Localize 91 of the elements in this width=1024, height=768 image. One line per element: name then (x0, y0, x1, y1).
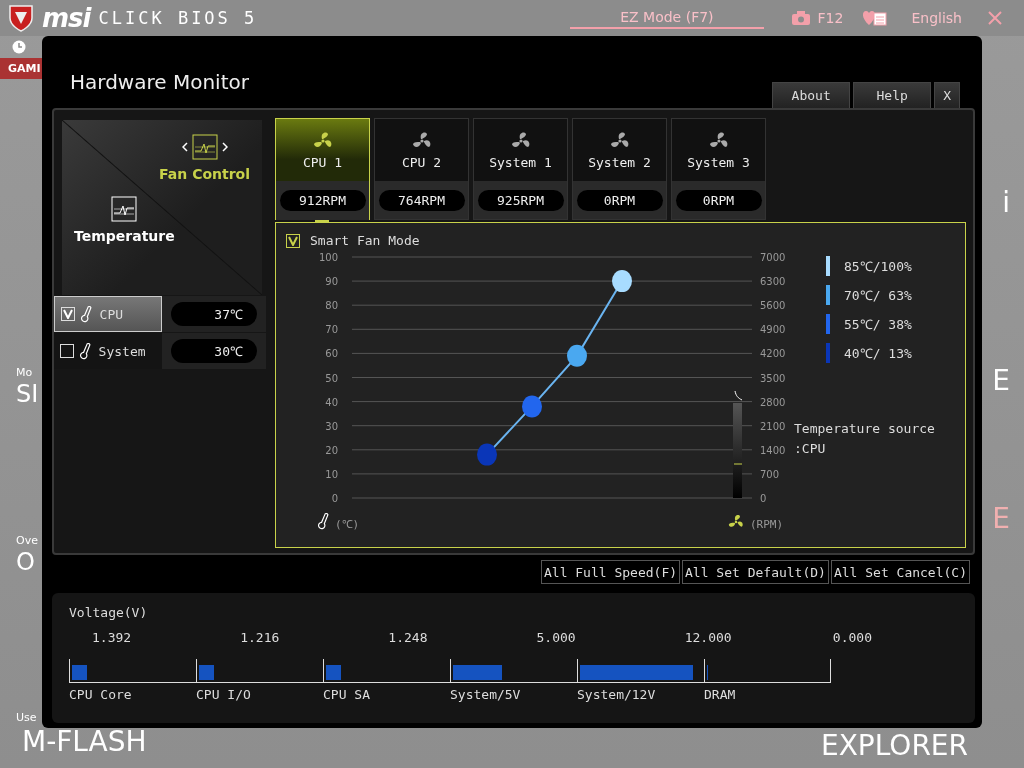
temperature-source-value: :CPU (794, 440, 827, 458)
window-button[interactable]: About (772, 82, 851, 108)
voltage-value: 12.000 (684, 630, 732, 645)
curve-point[interactable] (522, 395, 542, 418)
action-button[interactable]: All Full Speed(F) (541, 560, 681, 584)
action-button[interactable]: All Set Default(D) (682, 560, 829, 584)
voltage-title: Voltage(V) (69, 605, 149, 620)
axis-label: 0 (331, 493, 338, 504)
action-button[interactable]: All Set Cancel(C) (830, 560, 970, 584)
window-title: Hardware Monitor (70, 70, 249, 94)
chevron-right-icon[interactable] (221, 142, 228, 152)
fan-tab[interactable]: CPU 2 764RPM (374, 118, 469, 220)
axis-label: 80 (325, 300, 338, 312)
voltage-value: 1.248 (388, 630, 428, 645)
mode-option[interactable]: Fan Control (159, 134, 250, 182)
fan-tab[interactable]: System 3 0RPM (671, 118, 766, 220)
fan-speed: 764RPM (378, 189, 465, 211)
legend-label: 85℃/100% (844, 258, 912, 275)
game-boost-tab[interactable]: GAMI (0, 58, 42, 79)
axis-unit: (℃) (335, 518, 360, 531)
tile-caption: Mo (15, 366, 33, 379)
thermometer-icon (80, 342, 93, 360)
axis-label: 90 (325, 276, 338, 288)
fan-speed: 0RPM (576, 189, 663, 211)
axis-label: 7000 (760, 252, 786, 263)
axis-label: 3500 (760, 372, 786, 384)
rail-name: System/12V (577, 687, 656, 702)
axis-label: 10 (325, 468, 338, 480)
fan-tab[interactable]: System 1 925RPM (473, 118, 568, 220)
rail-name: CPU SA (323, 687, 370, 702)
temperature-reading: 37℃ (171, 302, 257, 326)
rail-name: CPU Core (69, 687, 132, 702)
rail-name: System/5V (450, 687, 521, 702)
screenshot-key: F12 (817, 10, 844, 26)
voltage-value: 5.000 (536, 630, 576, 645)
thermometer-icon (81, 305, 94, 323)
fan-speed: 0RPM (675, 189, 762, 211)
rail-name: CPU I/O (196, 687, 251, 702)
axis-label: 6300 (760, 276, 786, 288)
curve-point[interactable] (567, 344, 587, 367)
chart-icon (111, 196, 138, 222)
axis-label: 50 (325, 372, 338, 384)
smart-fan-checkbox[interactable] (286, 233, 300, 248)
axis-label: 70 (325, 324, 338, 336)
rail-name: DRAM (704, 687, 736, 702)
axis-label: 20 (325, 444, 338, 456)
clock-icon (12, 40, 26, 54)
axis-label: 2800 (760, 396, 786, 408)
fan-icon (728, 515, 743, 527)
logo-text: msi (42, 3, 91, 33)
temperature-reading: 30℃ (171, 339, 257, 363)
axis-label: 4200 (760, 348, 786, 360)
fan-tab[interactable]: CPU 1 912RPM (275, 118, 370, 220)
axis-label: 0 (760, 493, 767, 504)
axis-label: 100 (318, 252, 338, 263)
temperature-source-label: Temperature source (794, 420, 935, 438)
axis-label: 4900 (760, 324, 786, 336)
legend-label: 40℃/ 13% (844, 345, 912, 362)
check-icon (63, 309, 73, 319)
favorite-list-icon[interactable] (861, 9, 888, 27)
axis-label: 2100 (760, 420, 786, 432)
thermometer-icon (318, 513, 328, 529)
fan-speed: 912RPM (279, 190, 366, 211)
curve-point[interactable] (612, 270, 632, 293)
axis-label: 40 (325, 396, 338, 408)
mode-option[interactable]: Temperature (74, 196, 175, 244)
fan-speed: 925RPM (477, 189, 564, 211)
voltage-value: 0.000 (832, 630, 872, 645)
axis-label: 30 (325, 420, 338, 432)
axis-label: 700 (760, 468, 780, 480)
window-button[interactable]: X (934, 82, 960, 108)
tile-caption: Ove (15, 534, 38, 547)
voltage-value: 1.392 (92, 630, 132, 645)
fan-tab[interactable]: System 2 0RPM (572, 118, 667, 220)
chevron-left-icon[interactable] (181, 142, 188, 152)
sensor-checkbox[interactable] (60, 344, 74, 358)
sensor-checkbox[interactable] (61, 307, 75, 321)
chart-icon (191, 134, 218, 160)
axis-unit: (RPM) (750, 518, 784, 531)
voltage-value: 1.216 (240, 630, 280, 645)
smart-fan-label: Smart Fan Mode (310, 233, 420, 248)
axis-label: 60 (325, 348, 338, 360)
legend-label: 55℃/ 38% (844, 316, 912, 333)
product-name: CLICK BIOS 5 (98, 8, 258, 28)
check-icon (288, 235, 298, 246)
legend-label: 70℃/ 63% (844, 287, 912, 304)
sensor-item[interactable]: CPU (54, 296, 162, 332)
tile-caption: Use (15, 711, 37, 724)
axis-label: 1400 (760, 444, 786, 456)
axis-label: 5600 (760, 300, 786, 312)
window-button[interactable]: Help (853, 82, 932, 108)
